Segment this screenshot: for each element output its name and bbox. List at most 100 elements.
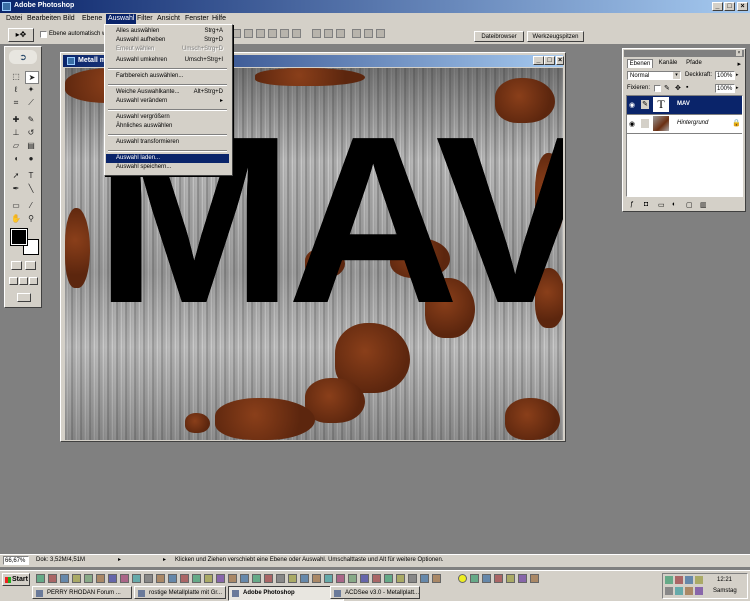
type-tool-icon[interactable]: T [25,170,37,181]
tray-icon[interactable] [685,587,693,595]
doc-close-button[interactable]: × [556,56,564,65]
jump-to-imageready-icon[interactable] [17,293,31,302]
quicklaunch-icon[interactable] [36,574,45,583]
lasso-tool-icon[interactable]: ℓ [10,84,22,95]
quicklaunch-icon[interactable] [506,574,515,583]
menu-item-grow[interactable]: Auswahl vergrößern [106,113,229,122]
quicklaunch-icon[interactable] [470,574,479,583]
layer-style-icon[interactable]: ƒ [630,201,634,208]
quicklaunch-icon[interactable] [156,574,165,583]
clone-stamp-icon[interactable]: ⊥ [10,127,22,138]
tray-icon[interactable] [665,576,673,584]
tray-icon[interactable] [685,576,693,584]
eyedropper-icon[interactable]: ⁄ [25,200,37,211]
lock-transparent-checkbox[interactable] [654,85,661,92]
gradient-tool-icon[interactable]: ▤ [25,140,37,151]
doc-maximize-button[interactable]: □ [544,56,555,65]
tab-layers[interactable]: Ebenen [627,59,653,68]
task-acdsee[interactable]: ACDSee v3.0 - Metallplatt... [330,586,420,599]
quicklaunch-icon[interactable] [518,574,527,583]
quicklaunch-icon[interactable] [204,574,213,583]
fill-arrow-icon[interactable]: ▸ [736,85,739,91]
link-slot[interactable] [641,119,649,128]
task-metallplatte[interactable]: rostige Metallplatte mit Gr... [134,586,226,599]
marquee-tool-icon[interactable]: ⬚ [10,71,22,82]
doc-minimize-button[interactable]: _ [533,56,544,65]
quicklaunch-icon[interactable] [48,574,57,583]
quicklaunch-icon[interactable] [108,574,117,583]
quicklaunch-icon[interactable] [276,574,285,583]
quicklaunch-icon[interactable] [396,574,405,583]
menu-item-inverse[interactable]: Auswahl umkehren Umsch+Strg+I [106,56,229,65]
standard-mode-icon[interactable] [11,261,22,270]
menu-item-feather[interactable]: Weiche Auswahlkante... Alt+Strg+D [106,88,229,97]
healing-brush-icon[interactable]: ✚ [10,114,22,125]
line-tool-icon[interactable]: ╲ [25,183,37,194]
opacity-input[interactable]: 100% [715,71,735,80]
quicklaunch-icon[interactable] [252,574,261,583]
palette-close-icon[interactable]: × [736,50,742,56]
brush-link-icon[interactable]: ✎ [641,100,649,109]
distribute-left-icon[interactable] [352,29,361,38]
quicklaunch-icon[interactable] [180,574,189,583]
tab-tool-presets[interactable]: Werkzeugspitzen [527,31,584,42]
screen-mode-full-icon[interactable] [29,277,38,285]
quicklaunch-icon[interactable] [72,574,81,583]
menu-item-deselect[interactable]: Auswahl aufheben Strg+D [106,36,229,45]
hand-tool-icon[interactable]: ✋ [10,213,22,224]
menu-item-save-selection[interactable]: Auswahl speichern... [106,163,229,172]
menu-fenster[interactable]: Fenster [185,15,209,22]
distribute-bottom-icon[interactable] [336,29,345,38]
notes-tool-icon[interactable]: ▭ [10,200,22,211]
menu-bearbeiten[interactable]: Bearbeiten [27,15,61,22]
magic-wand-icon[interactable]: ✦ [25,84,37,95]
screen-mode-menu-icon[interactable] [19,277,28,285]
align-bottom-icon[interactable] [256,29,265,38]
path-select-icon[interactable]: ➚ [10,170,22,181]
pen-tool-icon[interactable]: ✒ [10,183,22,194]
opacity-arrow-icon[interactable]: ▸ [736,72,739,78]
quicklaunch-icon[interactable] [132,574,141,583]
layer-row-mav[interactable]: ◉ ✎ T MAV [627,96,742,115]
quicklaunch-icon[interactable] [482,574,491,583]
eraser-tool-icon[interactable]: ▱ [10,140,22,151]
menu-bild[interactable]: Bild [63,15,75,22]
tray-icon[interactable] [665,587,673,595]
adobe-online-icon[interactable]: ➲ [9,50,37,64]
lock-image-icon[interactable]: ✎ [664,84,670,92]
tab-paths[interactable]: Pfade [683,59,705,68]
status-arrow-icon[interactable]: ▸ [118,556,121,563]
quicklaunch-icon[interactable] [494,574,503,583]
palette-menu-icon[interactable]: ▸ [737,60,741,68]
task-perry-rhodan[interactable]: PERRY RHODAN Forum ... [32,586,132,599]
quicklaunch-icon[interactable] [324,574,333,583]
distribute-right-icon[interactable] [376,29,385,38]
menu-item-modify[interactable]: Auswahl verändern ▸ [106,97,229,106]
quicklaunch-icon[interactable] [228,574,237,583]
tool-preset-picker[interactable]: ▸✥ [8,28,34,42]
quicklaunch-icon[interactable] [530,574,539,583]
zoom-input[interactable]: 66,67% [3,556,29,565]
quicklaunch-icon[interactable] [96,574,105,583]
menu-item-load-selection[interactable]: Auswahl laden... [106,154,229,163]
new-set-icon[interactable]: ▭ [658,201,665,209]
menu-datei[interactable]: Datei [6,15,22,22]
align-top-icon[interactable] [232,29,241,38]
move-tool-icon[interactable]: ➤ [25,71,39,84]
task-photoshop[interactable]: Adobe Photoshop [228,586,344,601]
dodge-tool-icon[interactable]: ● [25,153,37,164]
quicklaunch-icon[interactable] [360,574,369,583]
zoom-tool-icon[interactable]: ⚲ [25,213,37,224]
smiley-icon[interactable] [458,574,467,583]
align-middle-icon[interactable] [244,29,253,38]
menu-item-select-all[interactable]: Alles auswählen Strg+A [106,27,229,36]
distribute-top-icon[interactable] [312,29,321,38]
quick-mask-icon[interactable] [25,261,36,270]
quicklaunch-icon[interactable] [300,574,309,583]
quicklaunch-icon[interactable] [312,574,321,583]
quicklaunch-icon[interactable] [168,574,177,583]
brush-tool-icon[interactable]: ✎ [25,114,37,125]
layer-row-background[interactable]: ◉ Hintergrund 🔒 [627,115,742,134]
layer-mask-icon[interactable]: ◘ [644,201,648,208]
align-right-icon[interactable] [292,29,301,38]
